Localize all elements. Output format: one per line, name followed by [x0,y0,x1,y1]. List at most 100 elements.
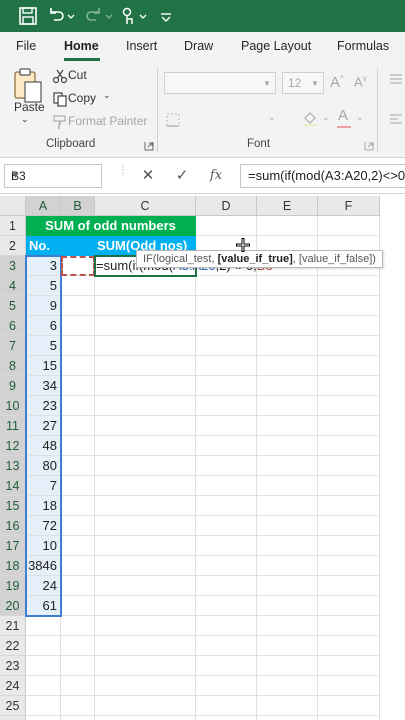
cell-d11[interactable] [196,416,257,436]
tab-home[interactable]: Home [64,39,99,53]
cell-d15[interactable] [196,496,257,516]
cell-f5[interactable] [318,296,380,316]
row-header-13[interactable]: 13 [0,456,26,476]
cell-b19[interactable] [61,576,95,596]
cell-a24[interactable] [26,676,61,696]
cell-f21[interactable] [318,616,380,636]
enter-button[interactable]: ✓ [170,164,194,188]
cell-c19[interactable] [95,576,196,596]
cell-d4[interactable] [196,276,257,296]
insert-function-button[interactable]: fx [204,164,228,188]
cell-f15[interactable] [318,496,380,516]
cell-f12[interactable] [318,436,380,456]
row-header-6[interactable]: 6 [0,316,26,336]
cell-f23[interactable] [318,656,380,676]
row-header-24[interactable]: 24 [0,676,26,696]
row-header-1[interactable]: 1 [0,216,26,236]
cell-c5[interactable] [95,296,196,316]
cell-c6[interactable] [95,316,196,336]
column-header-e[interactable]: E [257,196,318,216]
cell-e25[interactable] [257,696,318,716]
cell-e10[interactable] [257,396,318,416]
clipboard-launcher-icon[interactable] [144,138,154,151]
cell-f16[interactable] [318,516,380,536]
row-header-22[interactable]: 22 [0,636,26,656]
cell-a11[interactable]: 27 [26,416,61,436]
row-header-15[interactable]: 15 [0,496,26,516]
cell-d25[interactable] [196,696,257,716]
cell-a13[interactable]: 80 [26,456,61,476]
tab-page-layout[interactable]: Page Layout [241,39,311,53]
cell-e12[interactable] [257,436,318,456]
row-header-9[interactable]: 9 [0,376,26,396]
row-header-11[interactable]: 11 [0,416,26,436]
cell-e24[interactable] [257,676,318,696]
cell-b26[interactable] [61,716,95,720]
customize-qat-icon[interactable] [156,6,176,26]
row-header-10[interactable]: 10 [0,396,26,416]
cell-a26[interactable] [26,716,61,720]
copy-dropdown-icon[interactable]: ⌄ [103,90,111,101]
cell-f9[interactable] [318,376,380,396]
cell-c10[interactable] [95,396,196,416]
cell-c18[interactable] [95,556,196,576]
cell-d17[interactable] [196,536,257,556]
cell-e9[interactable] [257,376,318,396]
format-painter-button[interactable]: Format Painter [68,114,147,128]
cell-e23[interactable] [257,656,318,676]
spreadsheet-grid[interactable]: A B C D E F 1 SUM of odd numbers 2 No. SUM(Odd nos… [0,196,405,720]
cell-e16[interactable] [257,516,318,536]
row-header-5[interactable]: 5 [0,296,26,316]
cell-a16[interactable]: 72 [26,516,61,536]
cell-b5[interactable] [61,296,95,316]
tab-insert[interactable]: Insert [126,39,157,53]
row-header-23[interactable]: 23 [0,656,26,676]
increase-font-icon[interactable]: A^ [330,74,344,91]
column-header-b[interactable]: B [61,196,95,216]
row-header-19[interactable]: 19 [0,576,26,596]
cell-b9[interactable] [61,376,95,396]
cell-b16[interactable] [61,516,95,536]
cell-b4[interactable] [61,276,95,296]
cell-b7[interactable] [61,336,95,356]
cell-e7[interactable] [257,336,318,356]
cell-e11[interactable] [257,416,318,436]
cell-e13[interactable] [257,456,318,476]
cell-a1[interactable]: SUM of odd numbers [26,216,196,236]
cell-a23[interactable] [26,656,61,676]
cell-c22[interactable] [95,636,196,656]
cell-a20[interactable]: 61 [26,596,61,616]
row-header-25[interactable]: 25 [0,696,26,716]
cell-f25[interactable] [318,696,380,716]
cell-c4[interactable] [95,276,196,296]
cell-d6[interactable] [196,316,257,336]
cell-a2[interactable]: No. [26,236,61,256]
cell-d26[interactable] [196,716,257,720]
cell-d21[interactable] [196,616,257,636]
cell-e4[interactable] [257,276,318,296]
cell-f8[interactable] [318,356,380,376]
cell-d1[interactable] [196,216,257,236]
cell-b14[interactable] [61,476,95,496]
paste-icon[interactable] [12,68,44,104]
cell-e5[interactable] [257,296,318,316]
row-header-12[interactable]: 12 [0,436,26,456]
cell-a22[interactable] [26,636,61,656]
cell-f13[interactable] [318,456,380,476]
borders-icon[interactable] [165,112,181,128]
cell-a21[interactable] [26,616,61,636]
row-header-14[interactable]: 14 [0,476,26,496]
fill-color-icon[interactable] [302,110,318,126]
cell-a10[interactable]: 23 [26,396,61,416]
cell-c21[interactable] [95,616,196,636]
cell-b6[interactable] [61,316,95,336]
cell-e6[interactable] [257,316,318,336]
cell-d22[interactable] [196,636,257,656]
cell-d19[interactable] [196,576,257,596]
cell-e26[interactable] [257,716,318,720]
cell-e14[interactable] [257,476,318,496]
cell-d8[interactable] [196,356,257,376]
cell-e17[interactable] [257,536,318,556]
row-header-21[interactable]: 21 [0,616,26,636]
cell-d9[interactable] [196,376,257,396]
